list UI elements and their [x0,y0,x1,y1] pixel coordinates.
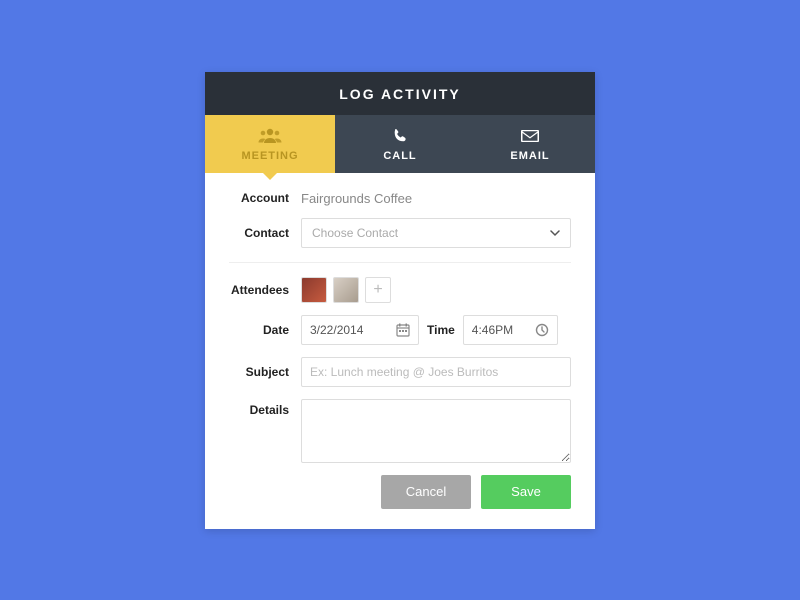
details-row: Details [229,399,571,463]
subject-input-wrapper [301,357,571,387]
plus-icon: + [373,281,382,299]
phone-icon [392,126,408,146]
details-label: Details [229,399,301,417]
contact-label: Contact [229,226,301,240]
account-row: Account Fairgrounds Coffee [229,191,571,206]
time-value: 4:46PM [472,323,513,337]
attendees-row: Attendees + [229,277,571,303]
tab-call[interactable]: CALL [335,115,465,173]
form-body: Account Fairgrounds Coffee Contact Choos… [205,173,595,529]
avatar[interactable] [301,277,327,303]
tab-meeting[interactable]: MEETING [205,115,335,173]
calendar-icon [396,323,410,337]
tab-label: EMAIL [510,150,549,162]
date-input[interactable]: 3/22/2014 [301,315,419,345]
save-button[interactable]: Save [481,475,571,509]
date-value: 3/22/2014 [310,323,363,337]
subject-row: Subject [229,357,571,387]
subject-label: Subject [229,365,301,379]
log-activity-modal: LOG ACTIVITY MEETING CALL EMAIL Account … [205,72,595,529]
people-icon [258,126,282,146]
avatar[interactable] [333,277,359,303]
tab-email[interactable]: EMAIL [465,115,595,173]
time-label: Time [427,323,455,337]
attendees-list: + [301,277,391,303]
form-actions: Cancel Save [229,475,571,509]
contact-select[interactable]: Choose Contact [301,218,571,248]
cancel-button[interactable]: Cancel [381,475,471,509]
tab-label: MEETING [241,150,298,162]
time-input[interactable]: 4:46PM [463,315,558,345]
clock-icon [535,323,549,337]
envelope-icon [521,126,539,146]
add-attendee-button[interactable]: + [365,277,391,303]
tab-label: CALL [383,150,416,162]
account-label: Account [229,191,301,205]
attendees-label: Attendees [229,283,301,297]
contact-placeholder: Choose Contact [312,226,398,240]
contact-row: Contact Choose Contact [229,218,571,263]
chevron-down-icon [550,228,560,238]
modal-title: LOG ACTIVITY [205,72,595,115]
subject-input[interactable] [310,365,562,379]
datetime-row: Date 3/22/2014 Time 4:46PM [229,315,571,345]
date-label: Date [229,323,301,337]
details-textarea[interactable] [301,399,571,463]
activity-type-tabs: MEETING CALL EMAIL [205,115,595,173]
account-value: Fairgrounds Coffee [301,191,412,206]
